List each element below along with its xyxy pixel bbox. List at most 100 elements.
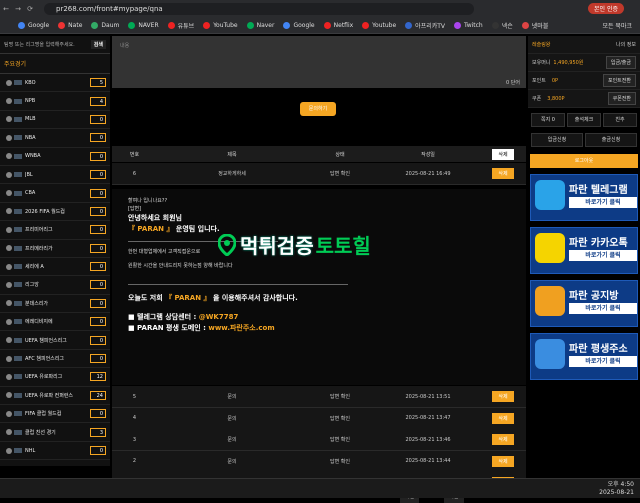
sport-icon (6, 171, 12, 178)
banner-link[interactable]: 파란 평생주소 바로가기 클릭 (530, 333, 638, 380)
league-item[interactable]: 프리미어리그 0 (0, 221, 110, 240)
sport-icon (6, 373, 12, 380)
banner-icon (535, 180, 565, 210)
reload-icon[interactable]: ⟳ (24, 5, 36, 13)
table-row[interactable]: 5 문의 답변 확인 2025-08-21 13:51 삭제 (112, 386, 526, 408)
delete-button[interactable]: 삭제 (492, 391, 514, 402)
withdraw-request-button[interactable]: 출금신청 (585, 133, 637, 147)
league-item[interactable]: AFC 챔피언스리그 0 (0, 350, 110, 369)
coupon-convert-button[interactable]: 쿠폰전환 (607, 92, 636, 105)
bookmark-item[interactable]: 넥슨 (491, 21, 513, 30)
league-item[interactable]: 클럽 친선 경기 3 (0, 423, 110, 442)
flag-icon (14, 429, 22, 435)
flag-icon (14, 300, 22, 306)
greeting: 안녕하세요 회원님 (128, 214, 182, 222)
money-value: 1,490,950원 (553, 60, 584, 66)
delete-button[interactable]: 삭제 (492, 168, 514, 179)
flag-icon (14, 116, 22, 122)
mypage-link[interactable]: 나의 정보 (616, 41, 636, 48)
telegram-link[interactable]: @WK7787 (199, 313, 239, 321)
search-button[interactable]: 검색 (90, 40, 106, 49)
sport-icon (6, 318, 12, 325)
league-item[interactable]: 리그앙 0 (0, 276, 110, 295)
league-item[interactable]: 세리에 A0 (0, 258, 110, 277)
league-item[interactable]: NPB 4 (0, 92, 110, 111)
team-search: 팀명 또는 리그명을 입력해주세요. 검색 (0, 36, 110, 54)
league-item[interactable]: NHL 0 (0, 442, 110, 461)
bookmark-item[interactable]: Nate (58, 22, 82, 29)
league-item[interactable]: NBA 0 (0, 129, 110, 148)
league-item[interactable]: CBA 0 (0, 184, 110, 203)
url-input[interactable]: pr268.com/front#mypage/qna (44, 3, 474, 15)
bookmark-item[interactable]: Daum (91, 22, 119, 29)
logout-button[interactable]: 로그아웃 (530, 154, 638, 168)
delete-button[interactable]: 삭제 (492, 434, 514, 445)
sport-icon (6, 134, 12, 141)
league-item[interactable]: 에레디비지에 0 (0, 313, 110, 332)
bookmark-icon (521, 22, 529, 29)
coupon-value: 3,800P (547, 95, 565, 102)
match-count: 0 (90, 280, 106, 290)
league-item[interactable]: 2026 FIFA 월드컵 0 (0, 203, 110, 222)
delete-button[interactable]: 삭제 (492, 412, 514, 424)
match-count: 0 (90, 354, 106, 364)
back-icon[interactable]: ← (0, 5, 12, 13)
location-pin-icon (218, 233, 236, 256)
all-bookmarks-button[interactable]: 모든 북마크 (602, 21, 632, 30)
bookmark-item[interactable]: NAVER (128, 22, 159, 29)
flag-icon (14, 282, 22, 288)
match-count: 0 (90, 335, 106, 345)
league-item[interactable]: FIFA 클럽 월드컵 0 (0, 405, 110, 424)
league-item[interactable]: UEFA 유로파리그 12 (0, 368, 110, 387)
message-button[interactable]: 쪽지 0 (531, 113, 565, 127)
match-count: 0 (90, 225, 106, 235)
flag-icon (14, 172, 22, 178)
deposit-request-button[interactable]: 입금신청 (531, 133, 583, 147)
domain-link[interactable]: www.파란주소.com (208, 324, 274, 332)
deposit-button[interactable]: 입금/출금 (605, 56, 636, 69)
char-count: 0 단어 (506, 80, 520, 86)
bookmark-item[interactable]: Twitch (454, 22, 483, 29)
banner-link[interactable]: 파란 공지방 바로가기 클릭 (530, 280, 638, 327)
submit-question-button[interactable]: 문의하기 (300, 102, 336, 116)
question-textarea[interactable]: 내용 0 단어 (112, 36, 526, 88)
table-row[interactable]: 2 문의 답변 확인 2025-08-21 13:44 삭제 (112, 450, 526, 473)
flag-icon (14, 411, 22, 417)
banner-link[interactable]: 파란 카카오톡 바로가기 클릭 (530, 227, 638, 274)
bookmark-item[interactable]: 유튜브 (167, 21, 194, 30)
bookmark-item[interactable]: Naver (246, 22, 274, 29)
bookmark-item[interactable]: Google (283, 22, 315, 29)
friend-button[interactable]: 친추 (603, 113, 637, 127)
league-item[interactable]: UEFA 유로파 컨퍼런스 24 (0, 387, 110, 406)
league-item[interactable]: MLB 0 (0, 111, 110, 130)
league-item[interactable]: UEFA 챔피언스리그 0 (0, 331, 110, 350)
match-count: 0 (90, 151, 106, 161)
table-row[interactable]: 6 정교하게하세 답변 확인 2025-08-21 16:49 삭제 (112, 163, 526, 185)
point-convert-button[interactable]: 포인트전환 (602, 74, 636, 87)
table-row[interactable]: 4 문의 답변 확인 2025-08-21 13:47 삭제 (112, 407, 526, 430)
table-row[interactable]: 3 문의 답변 확인 2025-08-21 13:46 삭제 (112, 429, 526, 451)
banner-link[interactable]: 파란 텔레그램 바로가기 클릭 (530, 174, 638, 221)
sport-icon (6, 447, 12, 454)
league-item[interactable]: 프리메라리가 0 (0, 240, 110, 258)
league-item[interactable]: KBO 5 (0, 74, 110, 93)
league-item[interactable]: WNBA 0 (0, 148, 110, 166)
bookmark-item[interactable]: Youtube (362, 22, 396, 29)
bookmark-item[interactable]: YouTube (203, 22, 238, 29)
bookmark-item[interactable]: Netflix (323, 22, 353, 29)
league-item[interactable]: 분데스리가 0 (0, 295, 110, 314)
delete-button[interactable]: 삭제 (492, 455, 514, 467)
attendance-button[interactable]: 출석체크 (567, 113, 601, 127)
flag-icon (14, 98, 22, 104)
league-sidebar: 팀명 또는 리그명을 입력해주세요. 검색 주요경기 KBO 5 NPB 4 MLB 0 N… (0, 36, 110, 466)
search-input[interactable]: 팀명 또는 리그명을 입력해주세요. (4, 41, 91, 48)
league-item[interactable]: JBL 0 (0, 166, 110, 185)
bookmark-item[interactable]: 넷마블 (521, 21, 548, 30)
bookmark-item[interactable]: 아프리카TV (405, 21, 445, 30)
forward-icon[interactable]: → (12, 5, 24, 13)
bookmark-item[interactable]: Google (18, 22, 49, 29)
sport-icon (6, 429, 12, 436)
delete-all-button[interactable]: 삭제 (492, 148, 514, 160)
verify-button[interactable]: 본인 인증 (588, 3, 624, 14)
flag-icon (14, 374, 22, 380)
